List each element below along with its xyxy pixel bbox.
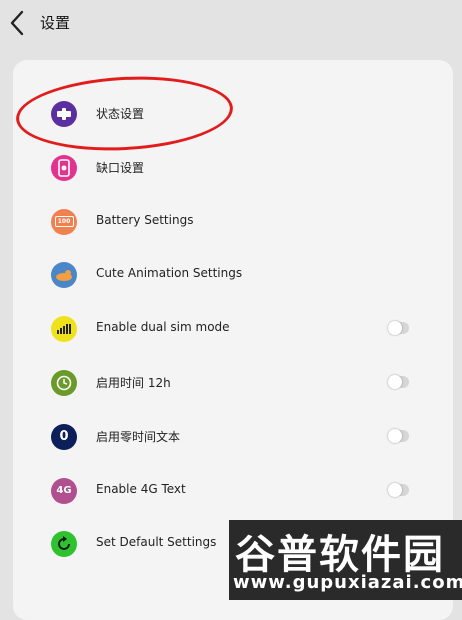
settings-row-label: 启用时间 12h bbox=[96, 376, 171, 390]
reset-icon bbox=[51, 531, 77, 558]
settings-row-label: Battery Settings bbox=[96, 212, 194, 227]
back-button[interactable] bbox=[6, 8, 30, 38]
toggle-knob bbox=[388, 375, 402, 389]
toggle-knob bbox=[388, 482, 402, 497]
signal-bars-icon bbox=[51, 316, 77, 343]
settings-row-zero-time[interactable]: 0 启用零时间文本 bbox=[13, 410, 453, 464]
battery-icon: 100 bbox=[51, 208, 77, 235]
settings-row-label: Enable dual sim mode bbox=[96, 320, 230, 335]
settings-row-4g[interactable]: 4G Enable 4G Text bbox=[13, 464, 453, 518]
page-title: 设置 bbox=[40, 14, 71, 32]
watermark: 谷普软件园 www.gupuxiazai.com bbox=[229, 520, 462, 600]
clock-icon bbox=[51, 370, 77, 396]
settings-row-battery[interactable]: 100 Battery Settings bbox=[13, 195, 453, 249]
notch-settings-icon bbox=[51, 154, 77, 181]
settings-row-time-12h[interactable]: 启用时间 12h bbox=[13, 356, 453, 410]
chevron-left-icon bbox=[10, 10, 24, 36]
battery-level-text: 100 bbox=[54, 216, 74, 228]
4g-text-toggle[interactable] bbox=[388, 482, 409, 497]
settings-row-label: 缺口设置 bbox=[96, 160, 145, 175]
settings-row-dual-sim[interactable]: Enable dual sim mode bbox=[13, 302, 453, 356]
animation-icon bbox=[51, 262, 77, 289]
dual-sim-toggle[interactable] bbox=[388, 321, 409, 336]
settings-row-label: Enable 4G Text bbox=[96, 481, 186, 496]
settings-row-animation[interactable]: Cute Animation Settings bbox=[13, 248, 453, 302]
settings-row-label: Cute Animation Settings bbox=[96, 266, 243, 281]
zero-icon-text: 0 bbox=[59, 429, 69, 445]
toggle-knob bbox=[388, 428, 402, 443]
zero-icon: 0 bbox=[51, 423, 77, 450]
watermark-url: www.gupuxiazai.com bbox=[233, 572, 462, 593]
settings-row-label: Set Default Settings bbox=[96, 535, 217, 550]
4g-icon: 4G bbox=[51, 477, 77, 504]
time-12h-toggle[interactable] bbox=[388, 375, 409, 389]
toggle-knob bbox=[388, 321, 402, 336]
settings-row-label: 启用零时间文本 bbox=[96, 429, 181, 444]
app-header: 设置 bbox=[0, 0, 462, 46]
zero-time-toggle[interactable] bbox=[388, 428, 409, 443]
4g-icon-text: 4G bbox=[56, 485, 72, 497]
